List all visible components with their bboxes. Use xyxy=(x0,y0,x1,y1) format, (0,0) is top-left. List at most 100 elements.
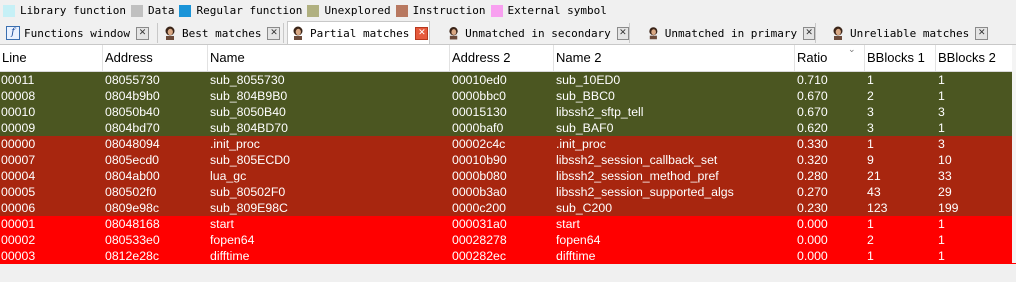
cell-address: 0804bd70 xyxy=(105,121,160,135)
close-icon[interactable]: ✕ xyxy=(135,26,149,40)
close-icon[interactable]: ✕ xyxy=(975,26,989,40)
column-header-address-2[interactable]: Address 2 xyxy=(450,45,554,71)
table-row[interactable]: 00007 0805ecd0 sub_805ECD0 00010b90 libs… xyxy=(0,152,1016,168)
cell-bblocks-1: 1 xyxy=(867,137,874,151)
table-row[interactable]: 00002 080533e0 fopen64 00028278 fopen64 … xyxy=(0,232,1016,248)
column-header-bblocks-2[interactable]: BBlocks 2 xyxy=(936,45,1016,71)
cell-address-2: 0000bbc0 xyxy=(452,89,507,103)
table-row[interactable]: 00006 0809e98c sub_809E98C 0000c200 sub_… xyxy=(0,200,1016,216)
ida-avatar-icon xyxy=(293,26,303,40)
cell-name: sub_809E98C xyxy=(210,201,288,215)
table-row[interactable]: 00003 0812e28c difftime 000282ec difftim… xyxy=(0,248,1016,264)
column-header-address[interactable]: Address xyxy=(103,45,208,71)
function-icon: f xyxy=(6,26,20,40)
segment-legend: Library function Data Regular function U… xyxy=(0,0,1016,21)
cell-name: sub_80502F0 xyxy=(210,185,286,199)
table-row[interactable]: 00000 08048094 .init_proc 00002c4c .init… xyxy=(0,136,1016,152)
cell-name: fopen64 xyxy=(210,233,255,247)
close-icon[interactable]: ✕ xyxy=(803,26,815,40)
tab-unmatched-in-secondary[interactable]: Unmatched in secondary ✕ xyxy=(444,23,630,43)
cell-line: 00005 xyxy=(1,185,36,199)
sort-descending-icon: ⌄ xyxy=(848,44,856,54)
cell-line: 00003 xyxy=(1,249,36,263)
cell-name-2: fopen64 xyxy=(556,233,601,247)
cell-bblocks-2: 1 xyxy=(938,217,945,231)
cell-line: 00000 xyxy=(1,137,36,151)
cell-ratio: 0.330 xyxy=(797,137,828,151)
tab-partial-matches[interactable]: Partial matches ✕ xyxy=(287,21,430,44)
tab-functions-window[interactable]: f Functions window ✕ xyxy=(2,23,158,43)
cell-bblocks-1: 2 xyxy=(867,89,874,103)
cell-bblocks-1: 3 xyxy=(867,121,874,135)
table-row[interactable]: 00004 0804ab00 lua_gc 0000b080 libssh2_s… xyxy=(0,168,1016,184)
ida-avatar-icon xyxy=(833,26,843,40)
ida-avatar-icon xyxy=(165,26,175,40)
column-header-line[interactable]: Line xyxy=(0,45,103,71)
cell-bblocks-2: 199 xyxy=(938,201,959,215)
cell-bblocks-2: 1 xyxy=(938,249,945,263)
legend-label: Regular function xyxy=(196,4,303,17)
cell-line: 00001 xyxy=(1,217,36,231)
cell-name: sub_8050B40 xyxy=(210,105,286,119)
cell-line: 00004 xyxy=(1,169,36,183)
cell-address: 080533e0 xyxy=(105,233,160,247)
cell-ratio: 0.280 xyxy=(797,169,828,183)
legend-label: External symbol xyxy=(507,4,607,17)
cell-name-2: libssh2_session_method_pref xyxy=(556,169,719,183)
cell-address-2: 00010ed0 xyxy=(452,73,507,87)
cell-bblocks-2: 1 xyxy=(938,73,945,87)
cell-address: 08050b40 xyxy=(105,105,160,119)
cell-name-2: start xyxy=(556,217,580,231)
cell-name-2: .init_proc xyxy=(556,137,606,151)
cell-name: start xyxy=(210,217,234,231)
table-row[interactable]: 00008 0804b9b0 sub_804B9B0 0000bbc0 sub_… xyxy=(0,88,1016,104)
cell-address: 080502f0 xyxy=(105,185,157,199)
column-header-ratio[interactable]: ⌄ Ratio xyxy=(795,44,865,71)
close-icon[interactable]: ✕ xyxy=(415,26,429,40)
column-header-name-2[interactable]: Name 2 xyxy=(554,45,795,71)
legend-external-symbol: External symbol xyxy=(490,4,607,17)
column-header-name[interactable]: Name xyxy=(208,45,450,71)
table-row[interactable]: 00001 08048168 start 000031a0 start 0.00… xyxy=(0,216,1016,232)
cell-address-2: 00028278 xyxy=(452,233,507,247)
cell-address: 08048094 xyxy=(105,137,160,151)
partial-matches-table: Line Address Name Address 2 Name 2 ⌄ Rat… xyxy=(0,44,1016,264)
table-row[interactable]: 00005 080502f0 sub_80502F0 0000b3a0 libs… xyxy=(0,184,1016,200)
close-icon[interactable]: ✕ xyxy=(267,26,281,40)
cell-line: 00011 xyxy=(1,73,35,87)
cell-bblocks-1: 1 xyxy=(867,73,874,87)
cell-ratio: 0.000 xyxy=(797,217,828,231)
tab-unmatched-in-primary[interactable]: Unmatched in primary ✕ xyxy=(644,23,816,43)
tab-label: Unmatched in secondary xyxy=(465,26,611,40)
legend-label: Data xyxy=(147,4,175,17)
cell-bblocks-1: 9 xyxy=(867,153,874,167)
cell-line: 00002 xyxy=(1,233,36,247)
cell-bblocks-2: 1 xyxy=(938,121,945,135)
tab-unreliable-matches[interactable]: Unreliable matches ✕ xyxy=(828,23,1004,43)
legend-unexplored: Unexplored xyxy=(307,4,391,17)
cell-bblocks-2: 1 xyxy=(938,233,945,247)
cell-name-2: libssh2_session_supported_algs xyxy=(556,185,734,199)
cell-name: lua_gc xyxy=(210,169,247,183)
cell-name-2: difftime xyxy=(556,249,596,263)
vertical-scrollbar[interactable] xyxy=(1012,45,1016,263)
legend-regular-function: Regular function xyxy=(179,4,302,17)
table-row[interactable]: 00009 0804bd70 sub_804BD70 0000baf0 sub_… xyxy=(0,120,1016,136)
tab-best-matches[interactable]: Best matches ✕ xyxy=(160,23,284,43)
legend-swatch xyxy=(307,4,320,17)
cell-name-2: libssh2_session_callback_set xyxy=(556,153,718,167)
cell-name: difftime xyxy=(210,249,250,263)
table-row[interactable]: 00011 08055730 sub_8055730 00010ed0 sub_… xyxy=(0,72,1016,88)
cell-address: 0812e28c xyxy=(105,249,160,263)
cell-ratio: 0.670 xyxy=(797,89,828,103)
cell-ratio: 0.620 xyxy=(797,121,828,135)
cell-bblocks-2: 3 xyxy=(938,137,945,151)
cell-address: 0805ecd0 xyxy=(105,153,160,167)
cell-name-2: sub_BAF0 xyxy=(556,121,614,135)
legend-data: Data xyxy=(130,4,175,17)
cell-address-2: 00010b90 xyxy=(452,153,507,167)
table-row[interactable]: 00010 08050b40 sub_8050B40 00015130 libs… xyxy=(0,104,1016,120)
legend-swatch xyxy=(395,4,408,17)
close-icon[interactable]: ✕ xyxy=(616,26,629,40)
column-header-bblocks-1[interactable]: BBlocks 1 xyxy=(865,45,936,71)
